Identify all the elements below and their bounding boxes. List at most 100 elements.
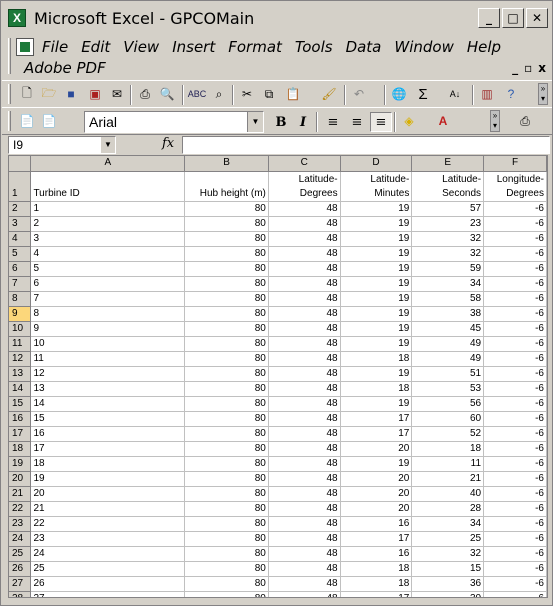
cell[interactable]: 60 xyxy=(411,411,485,427)
column-header[interactable]: C xyxy=(268,156,341,172)
cell[interactable]: 13 xyxy=(30,381,186,397)
fill-color-icon[interactable]: ◈ xyxy=(400,112,418,130)
cell[interactable]: 80 xyxy=(184,351,269,367)
align-left-icon[interactable]: ≡ xyxy=(322,112,344,132)
menu-edit[interactable]: Edit xyxy=(81,37,117,57)
toolbar-grip[interactable] xyxy=(8,84,11,104)
cell[interactable]: 28 xyxy=(411,501,485,517)
convert-pdf-email-icon[interactable]: 📄 xyxy=(40,112,58,130)
workbook-restore-button[interactable]: ▫ xyxy=(524,61,532,75)
sort-ascending-icon[interactable]: A↓ xyxy=(446,85,464,103)
convert-to-pdf-icon[interactable]: 📄 xyxy=(18,112,36,130)
cell[interactable]: 20 xyxy=(340,486,413,502)
workbook-close-button[interactable]: x xyxy=(538,61,546,75)
minimize-button[interactable]: _ xyxy=(478,8,500,28)
cell[interactable]: 32 xyxy=(411,231,485,247)
cell[interactable]: 21 xyxy=(411,471,485,487)
select-all-corner[interactable] xyxy=(9,156,32,172)
column-header[interactable]: B xyxy=(184,156,269,172)
cell[interactable]: 7 xyxy=(30,291,186,307)
cell[interactable]: 12 xyxy=(30,366,186,382)
row-header[interactable]: 7 xyxy=(9,276,32,292)
cell[interactable]: 20 xyxy=(30,486,186,502)
cell[interactable]: 52 xyxy=(411,426,485,442)
cell[interactable]: 80 xyxy=(184,246,269,262)
column-header[interactable]: E xyxy=(411,156,485,172)
cell[interactable]: 2 xyxy=(30,216,186,232)
cell[interactable]: 80 xyxy=(184,531,269,547)
cell[interactable]: 23 xyxy=(411,216,485,232)
cell[interactable]: -6 xyxy=(483,486,547,502)
cell[interactable]: -6 xyxy=(483,201,547,217)
cell[interactable]: -6 xyxy=(483,441,547,457)
cell[interactable]: 80 xyxy=(184,336,269,352)
cell[interactable]: -6 xyxy=(483,306,547,322)
workbook-icon[interactable] xyxy=(16,38,34,56)
cell[interactable]: 19 xyxy=(340,366,413,382)
cell[interactable]: -6 xyxy=(483,456,547,472)
row-header[interactable]: 20 xyxy=(9,471,32,487)
worksheet-grid[interactable]: A B C D E F 1 Turbine ID Hub height (m) … xyxy=(8,155,548,598)
cell[interactable]: 56 xyxy=(411,396,485,412)
row-header[interactable]: 5 xyxy=(9,246,32,262)
cell[interactable]: 19 xyxy=(30,471,186,487)
cell[interactable]: 5 xyxy=(30,261,186,277)
align-center-icon[interactable]: ≡ xyxy=(346,112,368,132)
cell[interactable]: 27 xyxy=(30,591,186,597)
pdf-toolbar-icon[interactable]: ⎙ xyxy=(516,112,534,130)
format-painter-icon[interactable]: 🖌 xyxy=(320,85,338,103)
cell[interactable]: 17 xyxy=(30,441,186,457)
menu-format[interactable]: Format xyxy=(228,37,289,57)
cell[interactable]: 8 xyxy=(30,306,186,322)
cell[interactable]: 48 xyxy=(268,396,341,412)
cell[interactable]: -6 xyxy=(483,396,547,412)
cell[interactable]: 32 xyxy=(411,246,485,262)
cell[interactable]: 19 xyxy=(340,456,413,472)
menu-adobe-pdf[interactable]: Adobe PDF xyxy=(24,59,106,77)
cell[interactable]: Latitude-Seconds xyxy=(411,171,485,202)
menu-view[interactable]: View xyxy=(123,37,166,57)
cell[interactable]: 18 xyxy=(30,456,186,472)
row-header[interactable]: 6 xyxy=(9,261,32,277)
cell[interactable]: 16 xyxy=(340,516,413,532)
cell[interactable]: 80 xyxy=(184,321,269,337)
cell[interactable]: -6 xyxy=(483,576,547,592)
cell[interactable]: -6 xyxy=(483,261,547,277)
row-header[interactable]: 15 xyxy=(9,396,32,412)
column-header[interactable]: A xyxy=(30,156,186,172)
print-preview-icon[interactable]: 🔍 xyxy=(158,85,176,103)
cell[interactable]: 34 xyxy=(411,276,485,292)
cell[interactable]: 48 xyxy=(268,216,341,232)
font-dropdown-arrow[interactable]: ▼ xyxy=(247,112,263,132)
open-icon[interactable]: 🗁 xyxy=(40,85,58,103)
cell[interactable]: 16 xyxy=(30,426,186,442)
row-header[interactable]: 1 xyxy=(9,171,32,202)
cell[interactable]: 48 xyxy=(268,471,341,487)
row-header[interactable]: 26 xyxy=(9,561,32,577)
cell[interactable]: Turbine ID xyxy=(30,171,186,202)
cell[interactable]: 11 xyxy=(411,456,485,472)
row-header[interactable]: 27 xyxy=(9,576,32,592)
cell[interactable]: 48 xyxy=(268,246,341,262)
close-button[interactable]: ✕ xyxy=(526,8,548,28)
cell[interactable]: 80 xyxy=(184,306,269,322)
cell[interactable]: 9 xyxy=(30,321,186,337)
cell[interactable]: 80 xyxy=(184,471,269,487)
autosum-icon[interactable]: Σ xyxy=(414,85,432,103)
cell[interactable]: 48 xyxy=(268,306,341,322)
cell[interactable]: 48 xyxy=(268,561,341,577)
cell[interactable]: 80 xyxy=(184,366,269,382)
cell[interactable]: 80 xyxy=(184,276,269,292)
row-header[interactable]: 23 xyxy=(9,516,32,532)
cell[interactable]: 14 xyxy=(30,396,186,412)
font-color-icon[interactable]: A xyxy=(434,112,452,130)
cell[interactable]: 48 xyxy=(268,516,341,532)
cell[interactable]: 48 xyxy=(268,486,341,502)
cell[interactable]: -6 xyxy=(483,591,547,597)
cell[interactable]: 18 xyxy=(411,441,485,457)
cell[interactable]: 80 xyxy=(184,456,269,472)
cell[interactable]: 48 xyxy=(268,291,341,307)
cell[interactable]: 48 xyxy=(268,276,341,292)
bold-button[interactable]: B xyxy=(270,112,292,132)
cell[interactable]: 80 xyxy=(184,261,269,277)
